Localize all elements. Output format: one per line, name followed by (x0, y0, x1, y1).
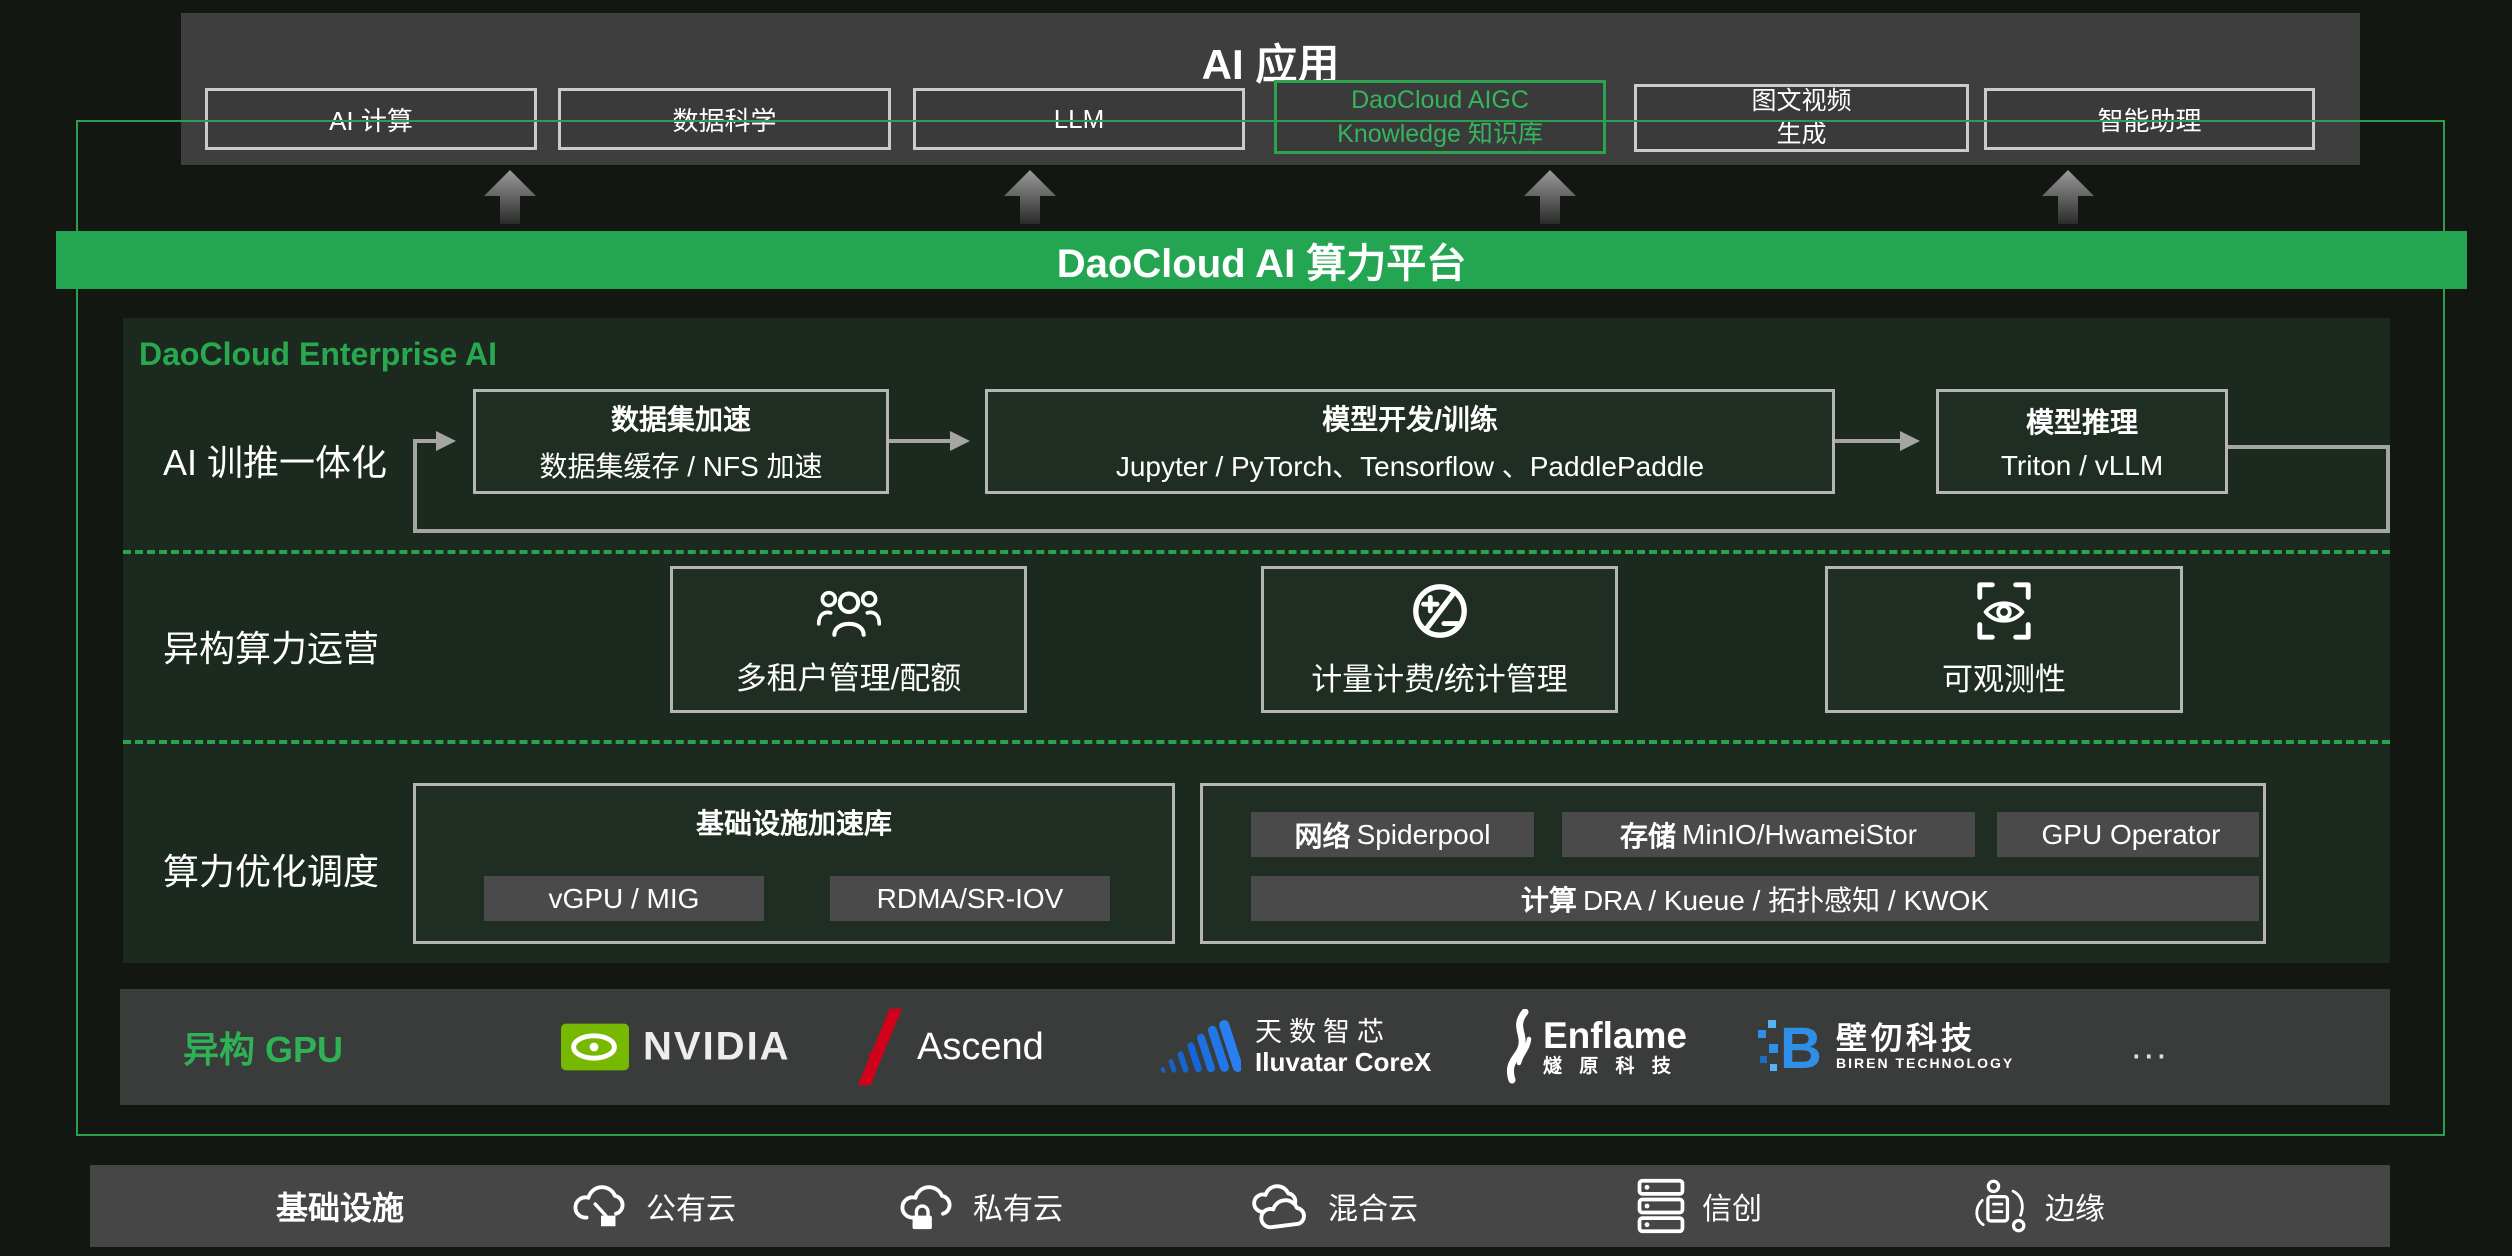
infra-item-private-cloud: 私有云 (899, 1179, 1063, 1233)
nvidia-logo-icon (561, 1024, 629, 1071)
chip-label: RDMA/SR-IOV (877, 883, 1064, 915)
dashed-separator (123, 740, 2390, 744)
infra-item-public-cloud: 公有云 (572, 1179, 736, 1233)
infra-label: 基础设施 (276, 1183, 404, 1229)
chip-gpu-operator: GPU Operator (1997, 812, 2259, 857)
enflame-logo-icon (1503, 1009, 1535, 1085)
chip-compute-dra-kueue: 计算 DRA / Kueue / 拓扑感知 / KWOK (1251, 876, 2259, 921)
iluvatar-name-cn: 天数智芯 (1255, 1018, 1431, 1048)
xinchuang-server-icon (1636, 1178, 1686, 1234)
vendor-nvidia: NVIDIA (561, 1024, 791, 1071)
infra-item-xinchuang: 信创 (1636, 1178, 1762, 1234)
public-cloud-icon (572, 1179, 630, 1233)
hybrid-cloud-icon (1250, 1179, 1312, 1233)
chip-storage-minio-hwameistor: 存储 MinIO/HwameiStor (1562, 812, 1975, 857)
vendor-biren: B 壁仞科技 BIREN TECHNOLOGY (1756, 1016, 2014, 1078)
up-arrow-icon (1002, 168, 1058, 226)
ops-box-label: 可观测性 (1942, 654, 2066, 699)
vendor-ascend: Ascend (857, 1007, 1044, 1087)
app-box-label-line1: DaoCloud AIGC (1351, 83, 1529, 117)
infra-item-label: 边缘 (2045, 1184, 2105, 1228)
flow-box-title: 模型开发/训练 (1322, 398, 1498, 438)
app-box-label-line1: 图文视频 (1751, 85, 1851, 118)
flow-box-subtitle: 数据集缓存 / NFS 加速 (539, 445, 822, 485)
chip-label: DRA / Kueue / 拓扑感知 / KWOK (1583, 879, 1989, 919)
chip-label: MinIO/HwameiStor (1682, 819, 1917, 851)
ascend-wordmark: Ascend (917, 1026, 1044, 1069)
gpu-row-label: 异构 GPU (183, 1021, 343, 1073)
svg-text:B: B (1780, 1016, 1822, 1078)
platform-banner-title: DaoCloud AI 算力平台 (1057, 231, 1467, 289)
infra-item-edge: 边缘 (1971, 1178, 2105, 1234)
iluvatar-name-en: Iluvatar CoreX (1255, 1048, 1431, 1077)
flow-box-dataset-acceleration: 数据集加速 数据集缓存 / NFS 加速 (473, 389, 889, 494)
platform-banner: DaoCloud AI 算力平台 (56, 231, 2467, 289)
row-label-scheduling: 算力优化调度 (163, 843, 379, 895)
gpu-vendor-bar: 异构 GPU NVIDIA Ascend (120, 989, 2390, 1105)
chip-label: GPU Operator (2042, 819, 2221, 851)
ai-app-title: AI 应用 (181, 31, 2360, 92)
biren-name-cn: 壁仞科技 (1836, 1022, 2014, 1056)
ops-box-metering-billing: 计量计费/统计管理 (1261, 566, 1618, 713)
enterprise-ai-title: DaoCloud Enterprise AI (139, 336, 497, 373)
chip-label-bold: 网络 (1295, 815, 1351, 855)
multi-tenant-group-icon (816, 581, 882, 641)
infrastructure-bar: 基础设施 公有云 私有云 混合云 信 (90, 1165, 2390, 1247)
up-arrow-icon (482, 168, 538, 226)
enflame-wordmark: Enflame (1543, 1016, 1687, 1057)
flow-box-title: 数据集加速 (611, 398, 751, 438)
chip-label: vGPU / MIG (549, 883, 700, 915)
private-cloud-icon (899, 1179, 957, 1233)
infra-item-label: 混合云 (1328, 1184, 1418, 1228)
ascend-logo-icon (857, 1007, 903, 1087)
chip-rdma-sriov: RDMA/SR-IOV (830, 876, 1110, 921)
row-label-compute-operation: 异构算力运营 (163, 620, 379, 672)
infra-item-label: 公有云 (646, 1184, 736, 1228)
vendor-iluvatar: 天数智芯 Iluvatar CoreX (1157, 1015, 1431, 1079)
ops-box-multi-tenant: 多租户管理/配额 (670, 566, 1027, 713)
up-arrow-icon (2040, 168, 2096, 226)
flow-box-subtitle: Jupyter / PyTorch、Tensorflow 、PaddlePadd… (1116, 445, 1704, 485)
flow-box-model-inference: 模型推理 Triton / vLLM (1936, 389, 2228, 494)
flow-box-title: 模型推理 (2026, 401, 2138, 441)
infra-item-label: 私有云 (973, 1184, 1063, 1228)
accel-library-title: 基础设施加速库 (696, 802, 892, 842)
chip-network-spiderpool: 网络 Spiderpool (1251, 812, 1534, 857)
chip-label-bold: 计算 (1521, 879, 1577, 919)
chip-label-bold: 存储 (1620, 815, 1676, 855)
infra-item-hybrid-cloud: 混合云 (1250, 1179, 1418, 1233)
gpu-row-label-wrap: 异构 GPU (183, 1021, 343, 1073)
accel-library-box: 基础设施加速库 vGPU / MIG RDMA/SR-IOV (413, 783, 1175, 944)
edge-node-icon (1971, 1178, 2029, 1234)
up-arrow-icon (1522, 168, 1578, 226)
biren-logo-icon: B (1756, 1016, 1822, 1078)
scheduling-box: 网络 Spiderpool 存储 MinIO/HwameiStor GPU Op… (1200, 783, 2266, 944)
ops-box-observability: 可观测性 (1825, 566, 2183, 713)
infra-label-wrap: 基础设施 (276, 1183, 404, 1229)
nvidia-wordmark: NVIDIA (643, 1025, 791, 1070)
row-label-training-inference: AI 训推一体化 (163, 434, 387, 486)
more-vendors-ellipsis: ... (2131, 1026, 2169, 1069)
enterprise-ai-panel: DaoCloud Enterprise AI AI 训推一体化 数据集加速 数据… (123, 318, 2390, 963)
observability-eye-icon (1973, 580, 2035, 642)
enflame-name-cn: 燧 原 科 技 (1543, 1057, 1687, 1078)
flow-box-model-dev-training: 模型开发/训练 Jupyter / PyTorch、Tensorflow 、Pa… (985, 389, 1835, 494)
dao-cloud-ai-architecture-diagram: { "app": { "title": "AI 应用", "boxes": [ … (0, 0, 2512, 1256)
chip-label: Spiderpool (1357, 819, 1491, 851)
infra-item-label: 信创 (1702, 1184, 1762, 1228)
flow-box-subtitle: Triton / vLLM (2001, 450, 2163, 482)
biren-name-en: BIREN TECHNOLOGY (1836, 1056, 2014, 1071)
ops-box-label: 多租户管理/配额 (736, 653, 962, 698)
chip-vgpu-mig: vGPU / MIG (484, 876, 764, 921)
dashed-separator (123, 550, 2390, 554)
metering-billing-icon (1409, 580, 1471, 642)
iluvatar-logo-icon (1157, 1015, 1241, 1079)
ops-box-label: 计量计费/统计管理 (1311, 654, 1568, 699)
vendor-enflame: Enflame 燧 原 科 技 (1503, 1009, 1687, 1085)
